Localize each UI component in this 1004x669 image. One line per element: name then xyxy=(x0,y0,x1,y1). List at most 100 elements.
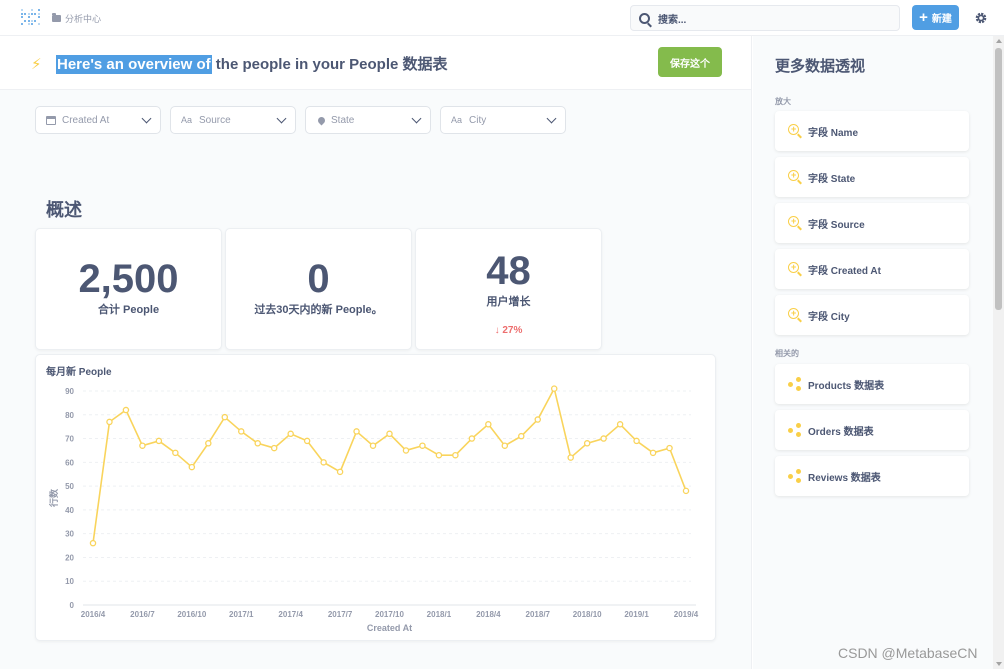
x-tick-label: 2017/10 xyxy=(375,610,404,619)
y-tick-label: 40 xyxy=(65,506,74,515)
sidebar-item-products[interactable]: Products 数据表 xyxy=(775,364,969,404)
new-button-label: 新建 xyxy=(931,14,952,25)
data-point xyxy=(336,468,344,476)
data-point xyxy=(468,435,476,442)
chevron-down-icon xyxy=(276,113,287,124)
data-point xyxy=(89,539,97,547)
data-point xyxy=(485,421,492,428)
y-tick-label: 50 xyxy=(65,482,74,491)
data-point xyxy=(616,421,624,428)
page-header: ⚡ Here's an overview of the people in yo… xyxy=(0,36,751,90)
scalar-card-total[interactable]: 2,500 合计 People xyxy=(35,228,222,350)
sidebar-item-label: 字段 City xyxy=(808,311,850,323)
x-tick-label: 2019/1 xyxy=(624,610,649,619)
sidebar-item-label: 字段 Created At xyxy=(808,265,881,277)
data-point xyxy=(600,435,607,442)
zoom-heading: 放大 xyxy=(775,97,791,106)
data-point xyxy=(534,416,541,423)
data-point xyxy=(435,451,443,459)
data-point xyxy=(369,442,377,449)
sidebar-title: 更多数据透视 xyxy=(775,58,866,75)
sidebar-item-state[interactable]: + 字段 State xyxy=(775,157,969,197)
sidebar-item-label: 字段 Name xyxy=(808,127,859,139)
data-point xyxy=(518,432,525,440)
filter-label: Created At xyxy=(62,114,110,126)
sidebar-item-orders[interactable]: Orders 数据表 xyxy=(775,410,969,450)
zoom-in-icon: + xyxy=(788,170,802,184)
data-point xyxy=(205,440,212,447)
breadcrumb[interactable]: 分析中心 xyxy=(52,12,101,25)
new-button[interactable]: + 新建 xyxy=(912,5,959,30)
save-button[interactable]: 保存这个 xyxy=(658,47,722,77)
sidebar-item-reviews[interactable]: Reviews 数据表 xyxy=(775,456,969,496)
scalar-label: 合计 People xyxy=(97,304,160,316)
data-point xyxy=(188,463,196,471)
page-title: Here's an overview of the people in your… xyxy=(56,53,448,74)
scroll-up-arrow[interactable] xyxy=(996,39,1002,43)
filter-label: Source xyxy=(199,114,231,126)
y-tick-label: 80 xyxy=(65,411,74,420)
data-point xyxy=(583,440,591,447)
metabase-logo[interactable] xyxy=(21,9,40,27)
sidebar-item-created-at[interactable]: + 字段 Created At xyxy=(775,249,969,289)
gear-icon[interactable] xyxy=(974,11,988,25)
location-pin-icon xyxy=(316,115,327,125)
data-point xyxy=(633,437,640,445)
scalar-value: 48 xyxy=(486,249,531,293)
filter-label: City xyxy=(469,114,487,126)
sidebar-item-city[interactable]: + 字段 City xyxy=(775,295,969,335)
calendar-icon xyxy=(46,115,56,125)
search-input[interactable]: 搜索... xyxy=(630,5,900,31)
y-tick-label: 90 xyxy=(65,387,74,396)
filter-bar: Created At Aa Source State Aa City xyxy=(35,106,566,134)
data-point xyxy=(303,437,311,445)
sidebar-item-label: Orders 数据表 xyxy=(808,426,874,438)
data-point xyxy=(649,449,657,457)
sidebar: 更多数据透视 放大 + 字段 Name + 字段 State + 字段 Source … xyxy=(753,36,993,669)
sidebar-item-name[interactable]: + 字段 Name xyxy=(775,111,969,151)
sidebar-item-label: Reviews 数据表 xyxy=(808,472,881,484)
data-point xyxy=(320,459,327,466)
chevron-down-icon xyxy=(141,113,152,124)
x-tick-label: 2017/7 xyxy=(328,610,353,619)
section-title: 概述 xyxy=(46,200,82,220)
x-tick-label: 2016/4 xyxy=(81,610,106,619)
text-aa-icon: Aa xyxy=(451,115,463,125)
related-heading: 相关的 xyxy=(775,349,799,358)
scalar-card-new[interactable]: 0 过去30天内的新 People。 xyxy=(225,228,412,350)
data-point xyxy=(402,447,410,454)
data-point xyxy=(139,442,146,449)
data-point xyxy=(501,442,509,449)
x-tick-label: 2019/4 xyxy=(674,610,699,619)
page-title-highlight: Here's an overview of xyxy=(56,55,212,74)
sidebar-item-label: 字段 State xyxy=(808,173,856,185)
scrollbar[interactable] xyxy=(993,36,1004,669)
y-tick-label: 10 xyxy=(65,577,74,586)
line-chart-card[interactable]: 每月新 People 0 10 20 30 40 50 60 70 80 90 2016/4 2016… xyxy=(35,354,716,641)
series-line xyxy=(92,386,687,544)
folder-icon xyxy=(52,13,61,22)
sidebar-item-source[interactable]: + 字段 Source xyxy=(775,203,969,243)
scrollbar-thumb[interactable] xyxy=(995,48,1002,310)
scalar-label: 用户增长 xyxy=(486,296,531,308)
chevron-down-icon xyxy=(411,113,422,124)
x-tick-label: 2018/7 xyxy=(526,610,551,619)
filter-state[interactable]: State xyxy=(305,106,431,134)
scroll-down-arrow[interactable] xyxy=(996,662,1002,666)
scalar-card-growth[interactable]: 48 用户增长 ↓ 27% xyxy=(415,228,602,350)
sidebar-item-label: Products 数据表 xyxy=(808,380,885,392)
scalar-change: ↓ 27% xyxy=(416,325,601,336)
data-point xyxy=(122,406,130,414)
zoom-in-icon: + xyxy=(788,308,802,322)
filter-source[interactable]: Aa Source xyxy=(170,106,296,134)
breadcrumb-label: 分析中心 xyxy=(65,14,102,24)
lightning-icon: ⚡ xyxy=(31,56,42,73)
filter-city[interactable]: Aa City xyxy=(440,106,566,134)
x-tick-label: 2017/1 xyxy=(229,610,254,619)
x-tick-label: 2018/4 xyxy=(476,610,501,619)
filter-created-at[interactable]: Created At xyxy=(35,106,161,134)
x-axis-label: Created At xyxy=(367,623,412,633)
data-point xyxy=(172,449,179,457)
search-placeholder: 搜索... xyxy=(658,14,687,26)
data-point xyxy=(567,454,574,461)
